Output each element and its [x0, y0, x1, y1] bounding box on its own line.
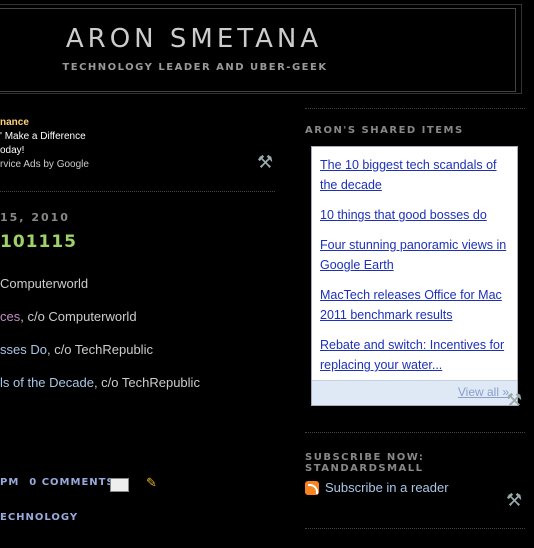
post-label[interactable]: ECHNOLOGY	[0, 512, 78, 523]
ad-attribution[interactable]: rvice Ads by Google	[0, 158, 89, 172]
shared-item-link[interactable]: MacTech releases Office for Mac 2011 ben…	[320, 285, 510, 325]
google-ad[interactable]: nance ' Make a Difference oday! rvice Ad…	[0, 116, 89, 172]
post-footer: PM 0 COMMENTS	[0, 477, 115, 488]
post-link[interactable]: ces	[0, 309, 20, 324]
post-link-line: sses Do, c/o TechRepublic	[0, 342, 153, 357]
email-post-icon[interactable]	[110, 478, 129, 492]
post-link[interactable]: ls of the Decade	[0, 375, 94, 390]
post-source: , c/o TechRepublic	[46, 342, 153, 357]
wrench-screwdriver-icon[interactable]: ⚒	[506, 390, 522, 411]
shared-items-footer: View all »	[312, 380, 517, 405]
rss-feed-icon[interactable]	[305, 481, 319, 495]
divider	[305, 432, 525, 433]
post-link-line: Computerworld	[0, 276, 88, 291]
shared-item-link[interactable]: The 10 biggest tech scandals of the deca…	[320, 155, 510, 195]
post-source: Computerworld	[0, 276, 89, 291]
shared-items-list: The 10 biggest tech scandals of the deca…	[320, 155, 510, 385]
post-timestamp[interactable]: PM	[0, 477, 19, 488]
ad-text-line: oday!	[0, 145, 25, 156]
wrench-screwdriver-icon[interactable]: ⚒	[257, 152, 273, 173]
comments-link[interactable]: 0 COMMENTS	[29, 477, 114, 488]
shared-item-link[interactable]: Four stunning panoramic views in Google …	[320, 235, 510, 275]
date-header: 15, 2010	[0, 211, 70, 224]
subscribe-heading: SUBSCRIBE NOW: STANDARDSMALL	[305, 452, 425, 474]
site-title[interactable]: ARON SMETANA	[0, 24, 388, 54]
post-link-line: ces, c/o Computerworld	[0, 309, 137, 324]
ad-headline[interactable]: nance	[0, 116, 89, 130]
post-source: , c/o Computerworld	[20, 309, 137, 324]
subscribe-link[interactable]: Subscribe in a reader	[325, 480, 449, 495]
shared-item-link[interactable]: 10 things that good bosses do	[320, 205, 510, 225]
divider	[305, 528, 525, 529]
divider	[305, 108, 525, 109]
shared-items-heading: ARON'S SHARED ITEMS	[305, 125, 464, 136]
divider	[0, 191, 275, 192]
post-title[interactable]: 101115	[0, 232, 77, 252]
view-all-link[interactable]: View all »	[458, 385, 509, 399]
wrench-screwdriver-icon[interactable]: ⚒	[506, 490, 522, 511]
pencil-edit-icon[interactable]: ✎	[146, 476, 157, 491]
site-description: TECHNOLOGY LEADER AND UBER-GEEK	[62, 62, 328, 73]
shared-item-link[interactable]: Rebate and switch: Incentives for replac…	[320, 335, 510, 375]
post-source: , c/o TechRepublic	[93, 375, 200, 390]
shared-items-widget: The 10 biggest tech scandals of the deca…	[311, 146, 518, 406]
post-link-line: ls of the Decade, c/o TechRepublic	[0, 375, 200, 390]
ad-text-line: ' Make a Difference	[0, 131, 86, 142]
post-link[interactable]: sses Do	[0, 342, 47, 357]
